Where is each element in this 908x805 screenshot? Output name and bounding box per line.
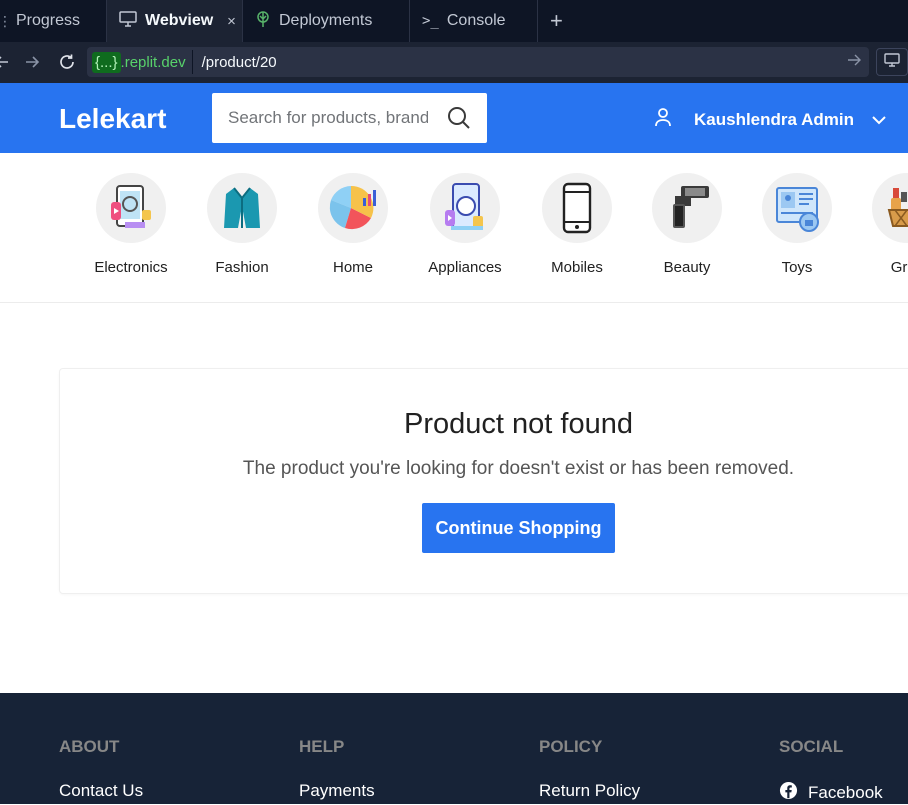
footer-link-payments[interactable]: Payments: [299, 781, 375, 801]
footer-column-policy: POLICY Return Policy: [539, 737, 640, 801]
terminal-icon: >_: [422, 13, 439, 29]
search-icon[interactable]: [447, 106, 471, 135]
footer-heading: ABOUT: [59, 737, 120, 756]
url-domain-highlight: {...}: [92, 51, 121, 73]
devtools-button[interactable]: [876, 48, 908, 76]
fashion-icon: [207, 173, 277, 243]
category-label: Groc: [890, 259, 908, 276]
user-name: Kaushlendra Admin: [694, 109, 854, 129]
go-arrow-icon[interactable]: [847, 53, 861, 72]
user-menu[interactable]: Kaushlendra Admin: [654, 107, 886, 132]
site-logo[interactable]: Lelekart: [59, 103, 166, 135]
close-icon[interactable]: ×: [227, 13, 236, 30]
footer-column-help: HELP Payments: [299, 737, 375, 801]
toys-icon: [762, 173, 832, 243]
footer-link-facebook-label: Facebook: [808, 783, 883, 802]
search-input[interactable]: [228, 108, 428, 128]
beauty-icon: [652, 173, 722, 243]
ide-tab-bar: ⋮ Progress Webview × Deployments >_ Cons…: [0, 0, 908, 42]
devtools-icon: [884, 52, 900, 72]
category-beauty[interactable]: Beauty: [632, 173, 742, 276]
continue-shopping-button[interactable]: Continue Shopping: [422, 503, 615, 553]
home-icon: [318, 173, 388, 243]
category-strip: Electronics Fashion Home Appliances Mobi…: [0, 153, 908, 303]
category-electronics[interactable]: Electronics: [76, 173, 186, 276]
deploy-icon: [255, 10, 271, 33]
grocery-icon: [872, 173, 908, 243]
category-appliances[interactable]: Appliances: [410, 173, 520, 276]
back-arrow-icon[interactable]: [0, 52, 12, 72]
tab-progress[interactable]: ⋮ Progress: [0, 0, 107, 42]
url-domain: {...} .replit.dev: [92, 50, 193, 74]
not-found-message: The product you're looking for doesn't e…: [242, 458, 795, 479]
tab-webview[interactable]: Webview ×: [107, 0, 243, 42]
footer-link-contact-us[interactable]: Contact Us: [59, 781, 143, 801]
tab-progress-label: Progress: [16, 12, 81, 29]
site-header: Lelekart Kaushlendra Admin: [0, 83, 908, 153]
category-toys[interactable]: Toys: [742, 173, 852, 276]
add-tab-button[interactable]: +: [538, 0, 575, 42]
category-label: Beauty: [663, 259, 711, 276]
category-label: Home: [332, 259, 373, 276]
category-home[interactable]: Home: [298, 173, 408, 276]
category-mobiles[interactable]: Mobiles: [522, 173, 632, 276]
main-content: Product not found The product you're loo…: [0, 304, 908, 693]
not-found-card: [59, 368, 908, 594]
category-label: Fashion: [215, 259, 269, 276]
grip-icon: ⋮: [0, 12, 12, 29]
forward-arrow-icon[interactable]: [22, 52, 42, 72]
monitor-icon: [119, 10, 137, 32]
tab-webview-label: Webview: [145, 12, 214, 29]
category-grocery[interactable]: Groc: [852, 173, 908, 276]
site-footer: ABOUT Contact Us HELP Payments POLICY Re…: [0, 693, 908, 804]
tab-deployments[interactable]: Deployments: [243, 0, 410, 42]
appliances-icon: [430, 173, 500, 243]
search-bar: [212, 93, 487, 143]
url-path: /product/20: [201, 53, 277, 71]
mobiles-icon: [542, 173, 612, 243]
tab-console-label: Console: [446, 12, 506, 29]
footer-column-about: ABOUT Contact Us: [59, 737, 143, 801]
webview-url-bar: {...} .replit.dev /product/20: [0, 42, 908, 83]
category-label: Toys: [781, 259, 813, 276]
category-fashion[interactable]: Fashion: [187, 173, 297, 276]
footer-heading: HELP: [299, 737, 345, 756]
tab-deployments-label: Deployments: [279, 12, 373, 29]
category-label: Electronics: [94, 259, 168, 276]
url-input[interactable]: {...} .replit.dev /product/20: [87, 47, 869, 77]
category-label: Mobiles: [551, 259, 603, 276]
facebook-icon: [779, 781, 798, 805]
url-domain-suffix: .replit.dev: [120, 53, 186, 71]
footer-link-return-policy[interactable]: Return Policy: [539, 781, 640, 801]
footer-heading: SOCIAL: [779, 737, 844, 756]
footer-link-facebook[interactable]: Facebook: [779, 781, 883, 805]
page-title: Product not found: [404, 408, 633, 440]
chevron-down-icon: [872, 110, 886, 130]
reload-icon[interactable]: [57, 52, 77, 72]
footer-column-social: SOCIAL Facebook: [779, 737, 883, 805]
electronics-icon: [96, 173, 166, 243]
footer-heading: POLICY: [539, 737, 603, 756]
user-icon: [654, 107, 672, 132]
tab-console[interactable]: >_ Console: [410, 0, 538, 42]
category-label: Appliances: [428, 259, 502, 276]
